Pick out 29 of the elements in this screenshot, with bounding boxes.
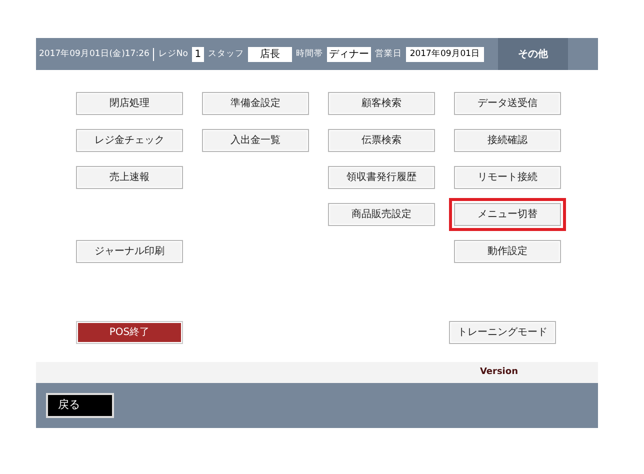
field-value: ディナー (326, 46, 371, 62)
back-button[interactable]: 戻る (46, 393, 114, 418)
field-value: 店長 (248, 46, 292, 62)
other-tab[interactable]: その他 (498, 38, 568, 70)
menu-button[interactable]: レジ金チェック (76, 129, 183, 152)
menu-button[interactable]: 伝票検索 (328, 129, 435, 152)
menu-button[interactable]: 顧客検索 (328, 92, 435, 115)
menu-button[interactable]: データ送受信 (454, 92, 561, 115)
menu-button[interactable]: リモート接続 (454, 166, 561, 189)
datetime-text: 2017年09月01日(金)17:26 (36, 48, 154, 60)
menu-button[interactable]: メニュー切替 (449, 198, 566, 231)
menu-button[interactable]: 接続確認 (454, 129, 561, 152)
field-value: 1 (192, 46, 204, 62)
version-label: Version (480, 366, 518, 379)
menu-button[interactable]: 準備金設定 (202, 92, 309, 115)
menu-button[interactable]: 動作設定 (454, 240, 561, 263)
field-label: スタッフ (208, 48, 244, 60)
exit-button[interactable]: POS終了 (76, 321, 183, 344)
field-label: レジNo (158, 48, 188, 60)
menu-button[interactable]: 領収書発行履歴 (328, 166, 435, 189)
menu-button[interactable]: 入出金一覧 (202, 129, 309, 152)
field-label: 営業日 (374, 48, 402, 60)
menu-button[interactable]: 閉店処理 (76, 92, 183, 115)
menu-button[interactable]: ジャーナル印刷 (76, 240, 183, 263)
menu-button[interactable]: 売上速報 (76, 166, 183, 189)
field-value: 2017年09月01日 (406, 46, 484, 62)
field-label: 時間帯 (296, 48, 323, 60)
training-mode-button[interactable]: トレーニングモード (449, 321, 556, 344)
menu-button[interactable]: 商品販売設定 (328, 203, 435, 226)
